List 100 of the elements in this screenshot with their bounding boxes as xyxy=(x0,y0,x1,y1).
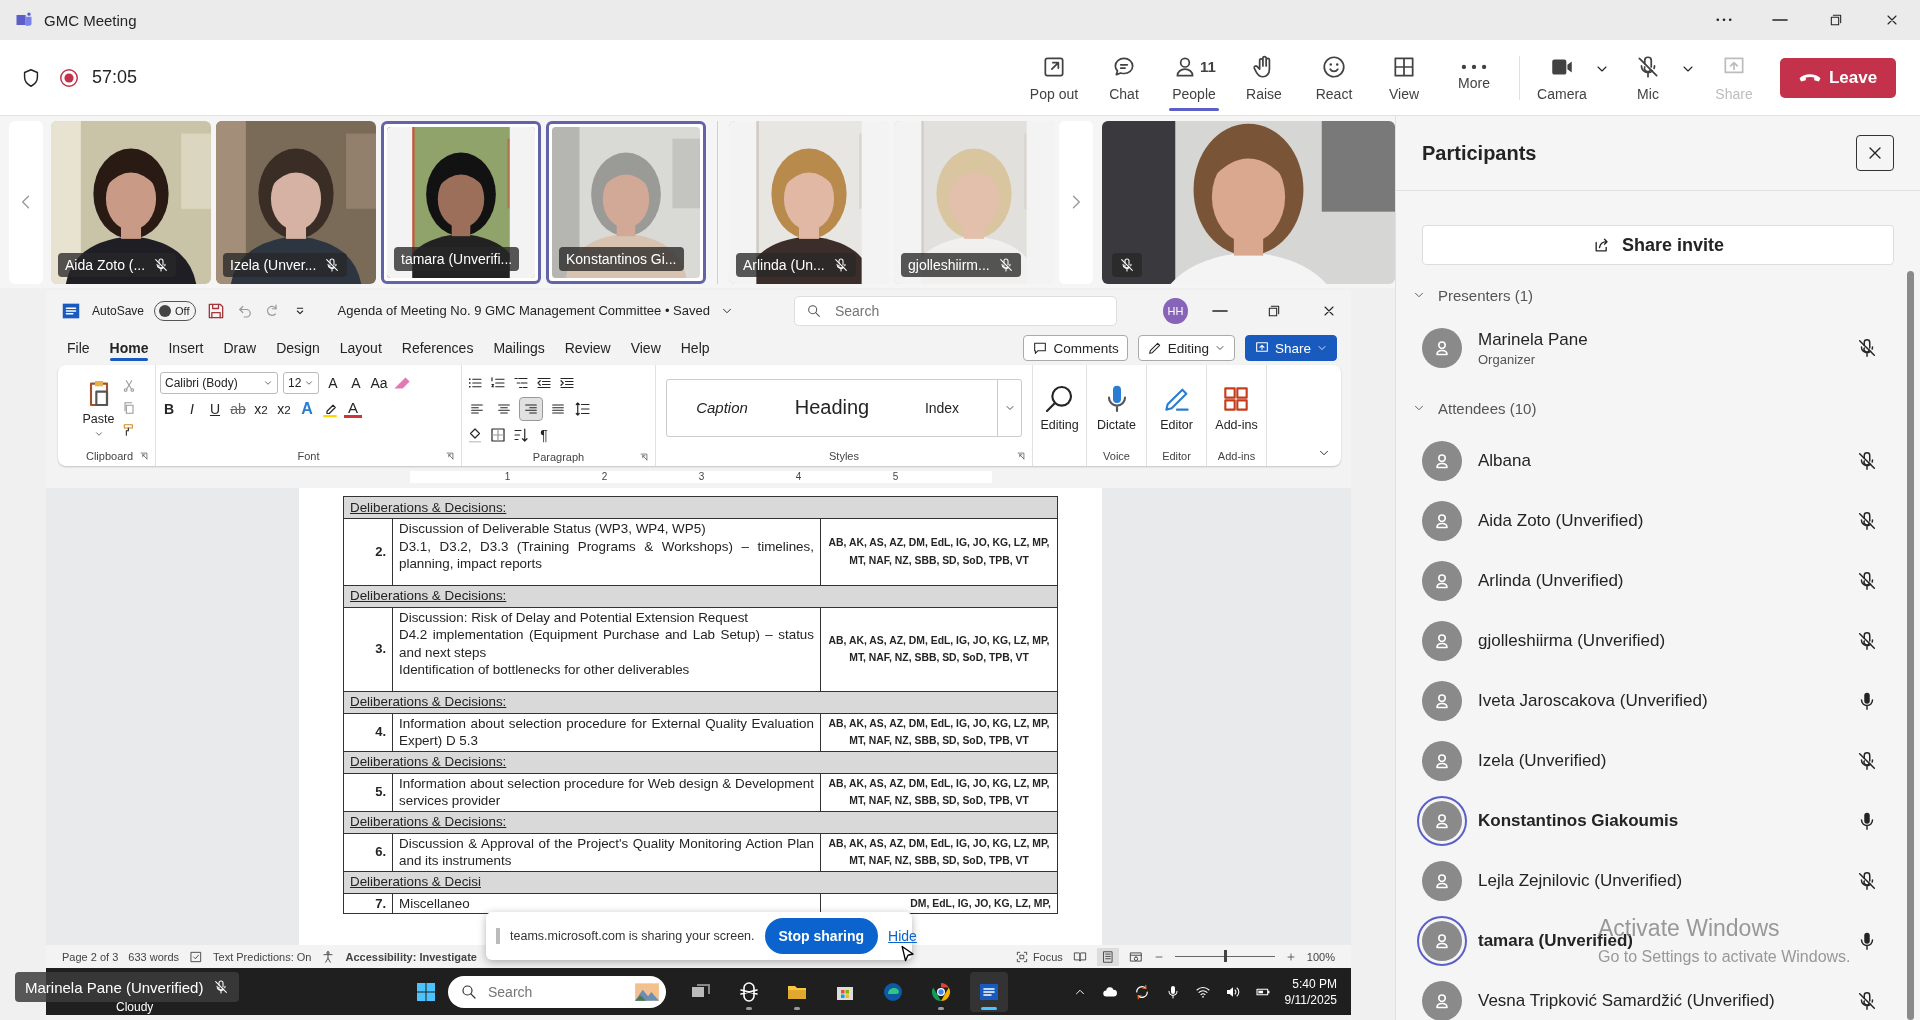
format-button[interactable]: ab xyxy=(229,398,247,420)
participant-name: Konstantinos Gi... xyxy=(566,250,677,267)
taskbar-app[interactable] xyxy=(970,971,1008,1012)
maximize-icon xyxy=(1828,12,1844,28)
scrollbar[interactable] xyxy=(1907,271,1914,1020)
toolbar-button[interactable]: Raise xyxy=(1229,42,1299,113)
leave-button[interactable]: Leave xyxy=(1780,57,1896,98)
font-color-button[interactable]: A xyxy=(344,400,362,418)
caret-icon xyxy=(263,378,273,388)
focus-button[interactable]: Focus xyxy=(1014,949,1063,964)
taskbar-search-field[interactable]: Search xyxy=(448,975,666,1008)
text-predictions-status: Text Predictions: On xyxy=(213,950,312,963)
group-label: Editor xyxy=(1162,450,1191,462)
accessibility-icon xyxy=(321,949,336,964)
clock-time: 5:40 PM xyxy=(1292,975,1337,992)
toolbar-button[interactable]: React xyxy=(1299,42,1369,113)
ribbon-button[interactable]: Editor xyxy=(1160,383,1193,432)
format-button[interactable]: B xyxy=(160,398,178,420)
attendee-initials: MT, NAF, NZ, SBB, SD, SoD, TPB, VT xyxy=(848,651,1030,665)
pencil-icon xyxy=(1146,340,1163,356)
participant-name: Izela (Unver... xyxy=(230,256,317,273)
close-button[interactable] xyxy=(1856,135,1894,171)
attendee-initials: AB, AK, AS, AZ, DM, EdL, IG, JO, KG, LZ, MP, xyxy=(827,836,1051,851)
table-cell: 3. xyxy=(343,607,393,691)
show-marks-button[interactable]: ¶ xyxy=(535,424,553,446)
proofing-icon xyxy=(189,949,204,964)
format-button[interactable]: U xyxy=(206,398,224,420)
zoom-level: 100% xyxy=(1306,950,1335,963)
toolbar-button[interactable]: Chat xyxy=(1089,42,1159,113)
attendee-initials: AB, AK, AS, AZ, DM, EdL, IG, JO, KG, LZ, MP, xyxy=(827,716,1051,731)
ribbon-tab[interactable]: Draw xyxy=(214,334,266,362)
participant-name: Vesna Tripković Samardžić (Unverified) xyxy=(1478,991,1776,1011)
editing-mode-button[interactable]: Editing xyxy=(1137,335,1235,361)
section-header[interactable]: Attendees (10) xyxy=(1412,395,1537,421)
ribbon-tab[interactable]: File xyxy=(58,334,99,362)
agenda-text: D4.2 implementation (Equipment Purchase and Lab Setup) – status and next steps xyxy=(399,626,814,661)
toolbar-button[interactable]: 11 People xyxy=(1159,42,1229,113)
align-icon xyxy=(469,401,485,417)
search-field[interactable]: Search xyxy=(793,295,1118,326)
launcher-icon xyxy=(639,451,649,462)
accessibility-status: Accessibility: Investigate xyxy=(345,950,477,963)
minimize-icon xyxy=(1772,19,1788,21)
participant-name: Aida Zoto (Unverified) xyxy=(1478,511,1645,531)
ribbon-tab[interactable]: References xyxy=(392,334,483,362)
account-avatar[interactable]: HH xyxy=(1163,297,1188,324)
sharing-message: teams.microsoft.com is sharing your screen. xyxy=(510,929,755,943)
attendee-initials: AB, AK, AS, AZ, DM, EdL, IG, JO, KG, LZ, MP, xyxy=(827,776,1051,791)
ribbon-tab[interactable]: Layout xyxy=(330,334,391,362)
style-item[interactable]: Caption xyxy=(667,379,777,436)
stop-sharing-button[interactable]: Stop sharing xyxy=(764,918,879,954)
presenter-name: Marinela Pane (Unverified) xyxy=(25,978,204,996)
toolbar-button[interactable]: More xyxy=(1439,42,1509,113)
text-effects-button[interactable]: A xyxy=(298,398,316,420)
meeting-timer: 57:05 xyxy=(92,67,138,88)
toolbar-button[interactable]: Pop out xyxy=(1019,42,1089,113)
ribbon-tab[interactable]: Design xyxy=(267,334,329,362)
font-field[interactable]: Calibri (Body) xyxy=(160,372,278,394)
agenda-text: Information about selection procedure for External Quality Evaluation Expert) D 5.3 xyxy=(399,714,814,750)
share-invite-button[interactable]: Share invite xyxy=(1422,225,1894,265)
camera-button[interactable]: Camera xyxy=(1530,42,1594,113)
hide-link[interactable]: Hide xyxy=(888,928,917,944)
grow-font-button[interactable]: A xyxy=(324,372,342,394)
ribbon-button[interactable]: Add-ins xyxy=(1215,383,1258,432)
ribbon-tab[interactable]: Help xyxy=(671,334,719,362)
participant-name: Arlinda (Un... xyxy=(743,256,825,273)
table-cell: 6. xyxy=(343,833,393,871)
ribbon-tab[interactable]: Insert xyxy=(159,334,213,362)
paste-button[interactable]: Paste xyxy=(82,376,115,439)
agenda-text: Discussion & Approval of the Project's Quality Monitoring Action Plan and its instruments xyxy=(399,834,814,870)
table-cell: Deliberations & Decisions: xyxy=(343,691,1058,713)
ribbon-button[interactable]: Dictate xyxy=(1097,383,1136,432)
zoom-slider[interactable] xyxy=(1223,950,1227,962)
shrink-font-button[interactable]: A xyxy=(347,372,365,394)
ribbon-tab[interactable]: Home xyxy=(100,334,158,362)
mic-button[interactable]: Mic xyxy=(1616,42,1680,113)
shading-icon xyxy=(466,426,484,444)
launcher-icon xyxy=(445,451,455,461)
share-button[interactable]: Share xyxy=(1244,335,1337,361)
ribbon-tab[interactable]: Review xyxy=(555,334,620,362)
group-label: Add-ins xyxy=(1217,450,1256,462)
ribbon-button[interactable]: Editing xyxy=(1040,383,1079,432)
change-case-button[interactable]: Aa xyxy=(370,372,388,394)
table-cell: Deliberations & Decisions: xyxy=(343,585,1058,607)
font-size-field[interactable]: 12 xyxy=(283,372,319,394)
attendee-initials: AB, AK, AS, AZ, DM, EdL, IG, JO, KG, LZ, MP, xyxy=(827,633,1051,648)
comments-button[interactable]: Comments xyxy=(1023,335,1128,361)
participant-name: Aida Zoto (... xyxy=(65,256,146,273)
toolbar-button[interactable]: View xyxy=(1369,42,1439,113)
participant-role: Organizer xyxy=(1478,351,1537,367)
ribbon-tab[interactable]: View xyxy=(621,334,670,362)
section-header[interactable]: Presenters (1) xyxy=(1412,282,1534,308)
ruler-number: 4 xyxy=(794,471,803,483)
align-button[interactable] xyxy=(520,398,542,420)
ribbon-tab[interactable]: Mailings xyxy=(484,334,554,362)
borders-icon xyxy=(489,426,507,444)
participant-name: Lejla Zejnilovic (Unverified) xyxy=(1478,871,1684,891)
format-button[interactable]: I xyxy=(183,398,201,420)
style-item[interactable]: Heading xyxy=(777,379,887,436)
group-label: Styles xyxy=(829,450,859,462)
style-item[interactable]: Index xyxy=(887,379,997,436)
